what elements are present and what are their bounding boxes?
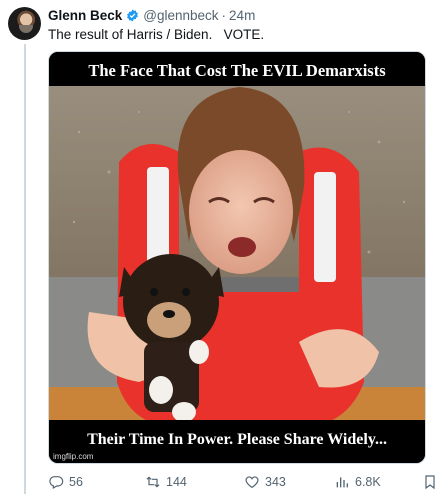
author-name[interactable]: Glenn Beck (48, 8, 122, 23)
meme-top-caption: The Face That Cost The EVIL Demarxists (88, 61, 386, 80)
avatar[interactable] (8, 7, 41, 40)
like-count: 343 (265, 475, 286, 489)
verified-badge-icon (127, 9, 139, 22)
repost-count: 144 (166, 475, 187, 489)
views-button[interactable]: 6.8K (334, 474, 381, 490)
meme-bottom-caption: Their Time In Power. Please Share Widely… (87, 431, 387, 448)
reply-icon (49, 476, 64, 490)
tweet-time[interactable]: 24m (229, 8, 255, 23)
repost-button[interactable]: 144 (145, 474, 187, 490)
bookmark-icon (425, 475, 435, 490)
thread-line (24, 44, 26, 494)
reply-button[interactable]: 56 (48, 474, 83, 490)
tweet-actions: 56 144 343 6.8K (48, 474, 438, 494)
tweet-text: The result of Harris / Biden. VOTE. (48, 27, 265, 42)
views-count: 6.8K (355, 475, 381, 489)
heart-icon (245, 476, 259, 489)
views-icon (336, 477, 348, 488)
tweet-header: Glenn Beck @glennbeck · 24m (48, 8, 255, 23)
reply-count: 56 (69, 475, 83, 489)
imgflip-watermark: imgflip.com (53, 452, 94, 461)
like-button[interactable]: 343 (244, 474, 286, 490)
repost-icon (146, 476, 160, 488)
tweet-media-image[interactable]: The Face That Cost The EVIL Demarxists T… (48, 51, 426, 464)
bookmark-button[interactable] (422, 474, 443, 490)
header-separator: · (221, 8, 227, 23)
author-handle[interactable]: @glennbeck (143, 8, 218, 23)
